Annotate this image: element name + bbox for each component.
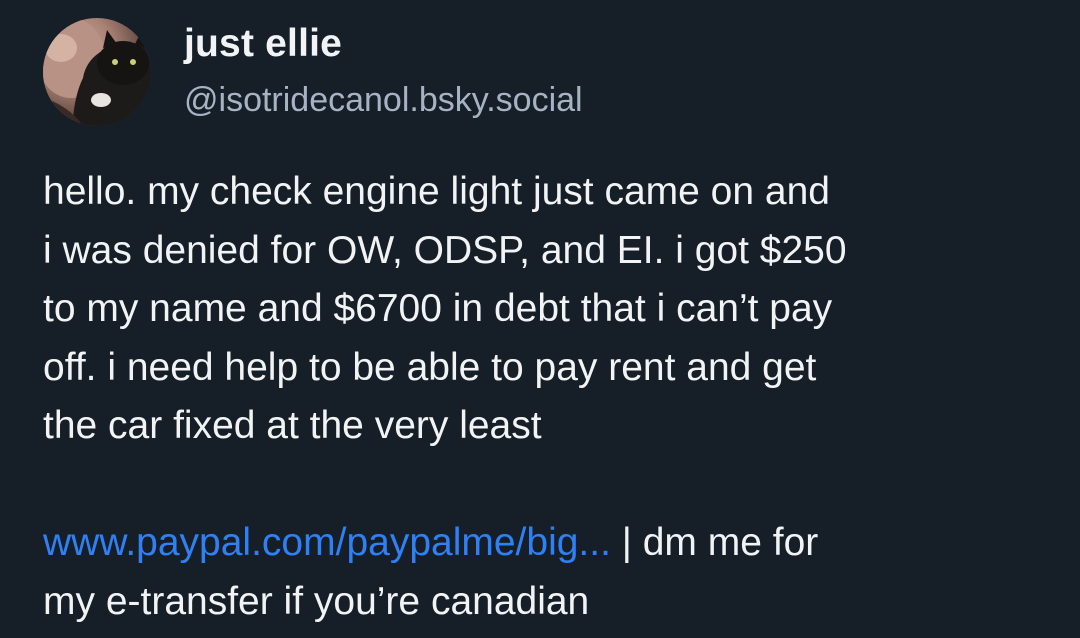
post-text-line: off. i need help to be able to pay rent … [43, 345, 817, 389]
author-handle[interactable]: @isotridecanol.bsky.social [184, 81, 583, 120]
author-avatar[interactable] [43, 18, 151, 126]
post-body: hello. my check engine light just came o… [43, 163, 1043, 631]
post-card: just ellie @isotridecanol.bsky.social he… [0, 0, 1080, 638]
post-text-line: the car fixed at the very least [43, 404, 542, 447]
post-text-line-with-link: www.paypal.com/paypalme/big... | dm me f… [43, 514, 1043, 573]
post-text-line: hello. my check engine light just came o… [43, 170, 830, 213]
paypal-link[interactable]: www.paypal.com/paypalme/big... [43, 521, 611, 564]
author-display-name[interactable]: just ellie [184, 22, 342, 66]
post-text-line: my e-transfer if you’re canadian [43, 579, 590, 623]
post-text-line: i was denied for OW, ODSP, and EI. i got… [43, 228, 847, 272]
post-text-line: to my name and $6700 in debt that i can’… [43, 287, 833, 330]
avatar-photo-icon [43, 18, 151, 126]
post-text-after-link: | dm me for [610, 521, 819, 564]
